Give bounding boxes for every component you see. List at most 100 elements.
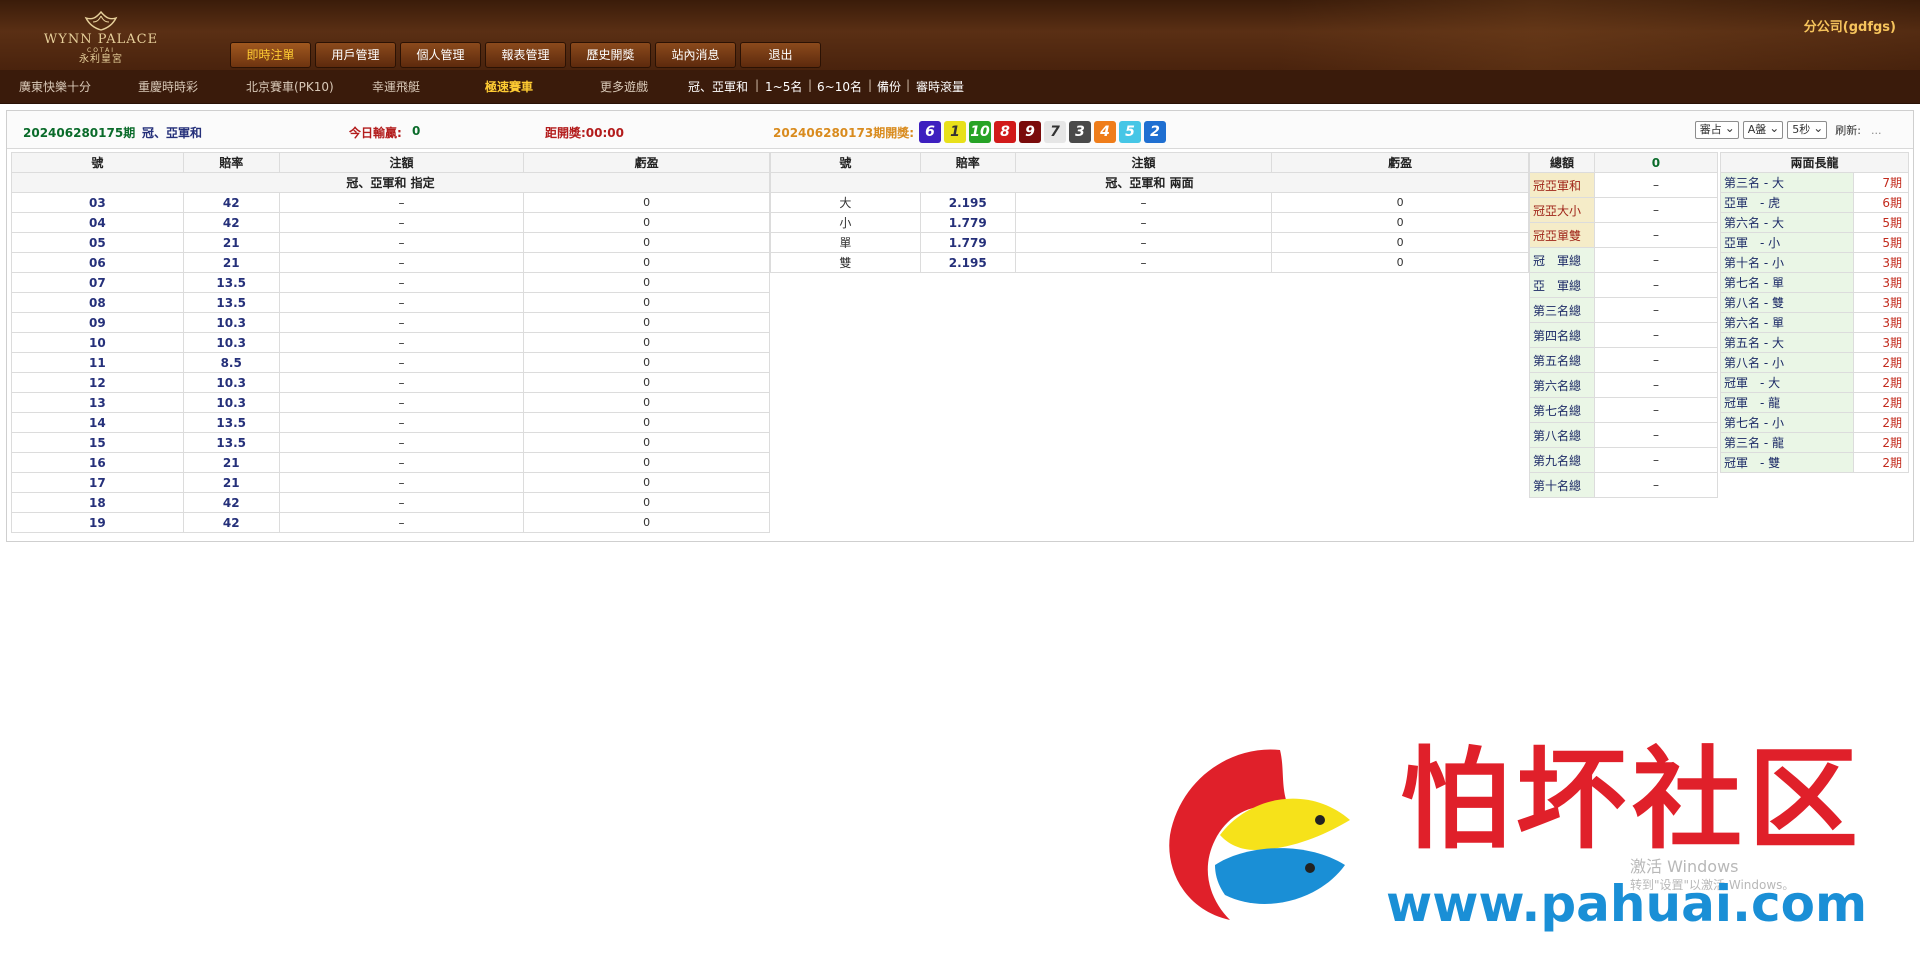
menu-draw-history[interactable]: 歷史開獎: [570, 42, 651, 68]
menu-personal-management[interactable]: 個人管理: [400, 42, 481, 68]
main-menu: 即時注單 用戶管理 個人管理 報表管理 歷史開獎 站內消息 退出: [230, 42, 821, 68]
odds-value[interactable]: 13.5: [182, 292, 280, 313]
total-name[interactable]: 第十名總: [1529, 472, 1595, 498]
odds-value[interactable]: 21: [182, 472, 280, 493]
countdown: 距開獎:00:00: [545, 126, 624, 140]
odds-value[interactable]: 2.195: [919, 192, 1016, 213]
refresh-countdown: ...: [1871, 123, 1882, 137]
total-name[interactable]: 冠亞大小: [1529, 197, 1595, 223]
streak-count: 3期: [1852, 272, 1910, 293]
menu-live-bets[interactable]: 即時注單: [230, 42, 311, 68]
streak-row: 第八名 - 雙 3期: [1720, 292, 1910, 313]
odds-value[interactable]: 13.5: [182, 432, 280, 453]
streak-name: 亞軍 - 小: [1720, 232, 1854, 253]
odds-value[interactable]: 42: [182, 492, 280, 513]
game-cq-ssc[interactable]: 重慶時時彩: [138, 78, 198, 95]
link-rank-6-10[interactable]: 6~10名: [817, 78, 862, 95]
profit-loss: 0: [523, 232, 770, 253]
odds-value[interactable]: 10.3: [182, 392, 280, 413]
separator: |: [868, 78, 873, 92]
table-row: 13 10.3–0: [11, 392, 770, 413]
odds-value[interactable]: 8.5: [182, 352, 280, 373]
total-row: 第六名總 –: [1529, 372, 1719, 398]
odds-value[interactable]: 21: [182, 252, 280, 273]
odds-value[interactable]: 10.3: [182, 372, 280, 393]
plate-select[interactable]: A盤: [1742, 120, 1784, 139]
total-name[interactable]: 第八名總: [1529, 422, 1595, 448]
streak-row: 冠軍 - 大 2期: [1720, 372, 1910, 393]
draw-ball: 4: [1094, 121, 1116, 143]
streak-name: 第八名 - 雙: [1720, 292, 1854, 313]
draw-ball: 2: [1144, 121, 1166, 143]
menu-reports[interactable]: 報表管理: [485, 42, 566, 68]
streak-count: 2期: [1852, 432, 1910, 453]
total-name[interactable]: 第九名總: [1529, 447, 1595, 473]
refresh-label: 刷新:: [1835, 124, 1861, 137]
game-gd-happy10[interactable]: 廣東快樂十分: [19, 78, 91, 95]
total-name[interactable]: 第三名總: [1529, 297, 1595, 323]
profit-loss: 0: [523, 332, 770, 353]
streak-row: 亞軍 - 虎 6期: [1720, 192, 1910, 213]
share-select[interactable]: 審占: [1694, 120, 1739, 139]
total-row: 亞 軍總 –: [1529, 272, 1719, 298]
link-rolling[interactable]: 審時滾量: [916, 78, 964, 95]
today-result-label: 今日輸贏:: [349, 126, 402, 140]
game-bj-pk10[interactable]: 北京賽車(PK10): [246, 78, 334, 95]
game-lucky-boat[interactable]: 幸運飛艇: [372, 78, 420, 95]
total-row: 冠 軍總 –: [1529, 247, 1719, 273]
streak-name: 第十名 - 小: [1720, 252, 1854, 273]
streak-count: 5期: [1852, 212, 1910, 233]
panel-controls: 審占 A盤 5秒 刷新: ...: [1694, 120, 1901, 139]
odds-value[interactable]: 2.195: [919, 252, 1016, 273]
long-streak-table: 兩面長龍 第三名 - 大 7期 亞軍 - 虎 6期 第六名 - 大 5期 亞軍 - 小 5期第…: [1720, 152, 1910, 473]
bet-number: 07: [11, 272, 184, 293]
betting-panel: 202406280175期 冠、亞軍和 今日輸贏: 0 距開獎:00:00 20…: [6, 110, 1914, 542]
game-speed-racing[interactable]: 極速賽車: [485, 78, 533, 95]
total-name[interactable]: 第七名總: [1529, 397, 1595, 423]
total-name[interactable]: 第五名總: [1529, 347, 1595, 373]
total-name[interactable]: 冠亞軍和: [1529, 172, 1595, 198]
link-champion-sum[interactable]: 冠、亞軍和: [688, 78, 748, 95]
streak-row: 第八名 - 小 2期: [1720, 352, 1910, 373]
col-number: 號: [770, 152, 921, 173]
table-row: 雙 2.195–0: [770, 252, 1529, 273]
streak-name: 第六名 - 單: [1720, 312, 1854, 333]
odds-value[interactable]: 1.779: [919, 232, 1016, 253]
table-subtitle: 冠、亞軍和 兩面: [770, 172, 1529, 193]
total-row: 第八名總 –: [1529, 422, 1719, 448]
odds-value[interactable]: 21: [182, 452, 280, 473]
total-name[interactable]: 第六名總: [1529, 372, 1595, 398]
odds-value[interactable]: 1.779: [919, 212, 1016, 233]
total-name[interactable]: 冠 軍總: [1529, 247, 1595, 273]
menu-messages[interactable]: 站內消息: [655, 42, 736, 68]
link-backup[interactable]: 備份: [877, 78, 901, 95]
profit-loss: 0: [523, 212, 770, 233]
refresh-interval-select[interactable]: 5秒: [1787, 120, 1828, 139]
odds-value[interactable]: 42: [182, 512, 280, 533]
logo-sub: COTAI: [87, 47, 115, 54]
profit-loss: 0: [523, 352, 770, 373]
wynn-palace-logo[interactable]: WYNN PALACE COTAI 永利皇宮: [36, 10, 166, 68]
table-row: 單 1.779–0: [770, 232, 1529, 253]
menu-logout[interactable]: 退出: [740, 42, 821, 68]
total-name[interactable]: 亞 軍總: [1529, 272, 1595, 298]
total-value: –: [1593, 397, 1719, 423]
game-more[interactable]: 更多遊戲: [600, 78, 648, 95]
link-rank-1-5[interactable]: 1~5名: [765, 78, 802, 95]
streak-count: 2期: [1852, 372, 1910, 393]
odds-value[interactable]: 13.5: [182, 412, 280, 433]
streak-row: 第五名 - 大 3期: [1720, 332, 1910, 353]
odds-value[interactable]: 13.5: [182, 272, 280, 293]
total-name[interactable]: 第四名總: [1529, 322, 1595, 348]
odds-value[interactable]: 42: [182, 192, 280, 213]
odds-value[interactable]: 10.3: [182, 312, 280, 333]
total-name[interactable]: 冠亞單雙: [1529, 222, 1595, 248]
menu-user-management[interactable]: 用戶管理: [315, 42, 396, 68]
odds-value[interactable]: 10.3: [182, 332, 280, 353]
col-odds: 賠率: [919, 152, 1016, 173]
bet-option: 大: [770, 192, 921, 213]
bet-amount: –: [278, 412, 525, 433]
odds-value[interactable]: 42: [182, 212, 280, 233]
streak-name: 冠軍 - 雙: [1720, 452, 1854, 473]
odds-value[interactable]: 21: [182, 232, 280, 253]
